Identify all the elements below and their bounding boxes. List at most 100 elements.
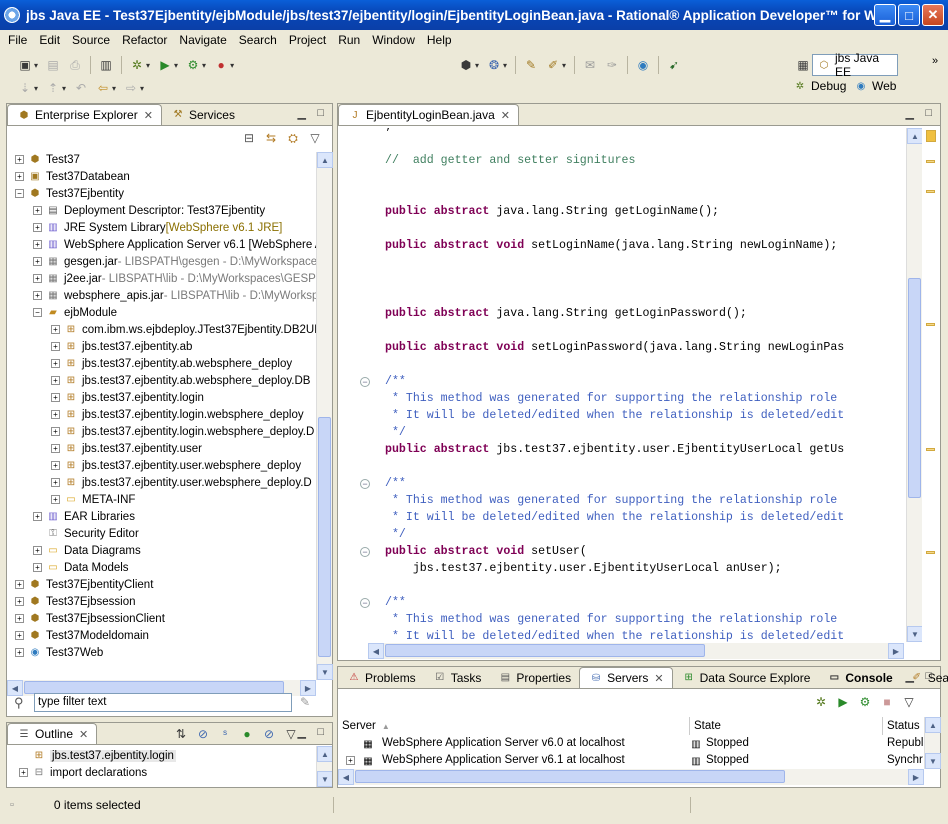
run-icon[interactable]: ▶ [157,57,173,73]
tree-item-project[interactable]: + ⬢ Test37Modeldomain [7,627,316,644]
debug-server-icon[interactable]: ✲ [813,694,829,710]
fold-icon[interactable]: − [360,479,370,489]
overview-marker[interactable] [926,160,935,163]
hide-nonpublic-icon[interactable]: ● [239,726,255,742]
scroll-down-icon[interactable]: ▼ [317,664,333,680]
expand-icon[interactable]: + [15,580,24,589]
next-annotation-icon[interactable]: ⇣ [17,80,33,96]
maximize-view-icon[interactable]: □ [925,670,932,682]
tree-item-package[interactable]: + ⊞ jbs.test37.ejbentity.ab.websphere_depl… [7,372,316,389]
tree-item-package[interactable]: + ⊞ com.ibm.ws.ejbdeploy.JTest37Ejbentity.… [7,321,316,338]
overview-marker[interactable] [926,190,935,193]
run-external-icon[interactable]: ⚙ [185,57,201,73]
servers-vertical-scrollbar[interactable]: ▲ ▼ [924,717,941,769]
scroll-right-icon[interactable]: ▶ [300,680,316,696]
expand-icon[interactable]: + [51,359,60,368]
start-server-icon[interactable]: ▶ [835,694,851,710]
editor-horizontal-scrollbar[interactable]: ◀ ▶ [368,643,904,659]
tree-item-ear-libraries[interactable]: + ▥ EAR Libraries [7,508,316,525]
menu-search[interactable]: Search [233,33,283,47]
tree-item-package[interactable]: + ⊞ jbs.test37.ejbentity.user.websphere_de… [7,474,316,491]
menu-run[interactable]: Run [332,33,366,47]
close-button[interactable]: ✕ [922,4,944,26]
scroll-thumb[interactable] [385,644,705,657]
forward-icon[interactable]: ⇨ [123,80,139,96]
tree-item-meta-inf[interactable]: + ▭ META-INF [7,491,316,508]
maximize-button[interactable]: □ [898,4,920,26]
filter-input[interactable]: type filter text [34,693,292,712]
menu-edit[interactable]: Edit [33,33,66,47]
globe-icon[interactable]: ◉ [635,57,651,73]
tab-editor-file[interactable]: J EjbentityLoginBean.java ✕ [338,104,519,125]
overview-marker[interactable] [926,323,935,326]
expand-icon[interactable]: + [15,631,24,640]
expand-icon[interactable]: + [15,648,24,657]
expand-icon[interactable]: + [15,597,24,606]
scroll-down-icon[interactable]: ▼ [925,753,941,769]
expand-icon[interactable]: + [51,478,60,487]
column-state[interactable]: State [690,717,883,735]
hide-fields-icon[interactable]: ⊘ [195,726,211,742]
perspective-debug[interactable]: ✲ Debug [792,79,847,93]
view-menu-icon[interactable]: ▽ [901,694,917,710]
tree-item-test37ejbentity[interactable]: − ⬢ Test37Ejbentity [7,185,316,202]
new-server-icon[interactable]: ⬢ [458,57,474,73]
expand-icon[interactable]: + [33,240,42,249]
tab-tasks[interactable]: ☑ Tasks [424,667,490,688]
hide-local-icon[interactable]: ⊘ [261,726,277,742]
tree-item-package[interactable]: + ⊞ jbs.test37.ejbentity.ab [7,338,316,355]
expand-icon[interactable]: + [51,444,60,453]
maximize-view-icon[interactable]: □ [317,726,324,738]
tab-problems[interactable]: ⚠ Problems [338,667,424,688]
open-perspective-icon[interactable]: ▦ [795,57,811,73]
fast-view-icon[interactable]: ▫ [10,799,14,811]
tree-item-test37[interactable]: + ⬢ Test37 [7,151,316,168]
menu-navigate[interactable]: Navigate [173,33,232,47]
tree-item-gesgen-jar[interactable]: + ▦ gesgen.jar - LIBSPATH\gesgen - D:\MyWo… [7,253,316,270]
fold-icon[interactable]: − [360,547,370,557]
sort-icon[interactable]: ⇅ [173,726,189,742]
tab-enterprise-explorer[interactable]: ⬢ Enterprise Explorer ✕ [7,104,162,125]
scroll-up-icon[interactable]: ▲ [317,746,332,762]
tree-item-was-library[interactable]: + ▥ WebSphere Application Server v6.1 [Web… [7,236,316,253]
tree-item-project[interactable]: + ⬢ Test37EjbentityClient [7,576,316,593]
tree-item-websphere-apis-jar[interactable]: + ▦ websphere_apis.jar - LIBSPATH\lib - D:… [7,287,316,304]
scroll-left-icon[interactable]: ◀ [368,643,384,659]
tab-data-source-explorer[interactable]: ⊞ Data Source Explore [673,667,819,688]
tree-item-jre-library[interactable]: + ▥ JRE System Library [WebSphere v6.1 JRE… [7,219,316,236]
scroll-right-icon[interactable]: ▶ [888,643,904,659]
tab-services[interactable]: ⚒ Services [162,104,243,125]
debug-icon[interactable]: ✲ [129,57,145,73]
save-icon[interactable]: ▤ [45,57,61,73]
menu-window[interactable]: Window [366,33,421,47]
binary-icon[interactable]: ▥ [98,57,114,73]
tab-properties[interactable]: ▤ Properties [489,667,579,688]
deploy-icon[interactable]: ➹ [666,57,682,73]
scroll-right-icon[interactable]: ▶ [908,769,924,785]
expand-icon[interactable]: + [33,563,42,572]
back-icon[interactable]: ⇦ [95,80,111,96]
tree-item-data-models[interactable]: + ▭ Data Models [7,559,316,576]
perspective-web[interactable]: ◉ Web [853,79,897,93]
expand-icon[interactable]: + [51,410,60,419]
tree-item-package[interactable]: + ⊞ jbs.test37.ejbentity.user [7,440,316,457]
servers-horizontal-scrollbar[interactable]: ◀ ▶ [338,769,924,785]
close-icon[interactable]: ✕ [654,672,663,685]
tree-item-deployment-descriptor[interactable]: + ▤ Deployment Descriptor: Test37Ejbentity [7,202,316,219]
pen-icon[interactable]: ✑ [604,57,620,73]
overview-marker[interactable] [926,448,935,451]
expand-icon[interactable]: + [19,768,28,777]
menu-project[interactable]: Project [283,33,332,47]
maximize-view-icon[interactable]: □ [317,107,324,119]
minimize-view-icon[interactable]: ▁ [298,107,306,120]
outline-vertical-scrollbar[interactable]: ▲ ▼ [316,746,332,787]
scroll-down-icon[interactable]: ▼ [317,771,332,787]
close-icon[interactable]: ✕ [144,109,153,122]
tree-item-project[interactable]: + ⬢ Test37EjbsessionClient [7,610,316,627]
stop-server-icon[interactable]: ● [213,57,229,73]
scroll-down-icon[interactable]: ▼ [907,626,923,642]
web-service-icon[interactable]: ❂ [486,57,502,73]
tab-outline[interactable]: ☰ Outline ✕ [7,723,98,744]
perspective-jbs-java-ee[interactable]: ⬡ jbs Java EE [812,51,898,79]
scroll-thumb[interactable] [908,278,921,498]
